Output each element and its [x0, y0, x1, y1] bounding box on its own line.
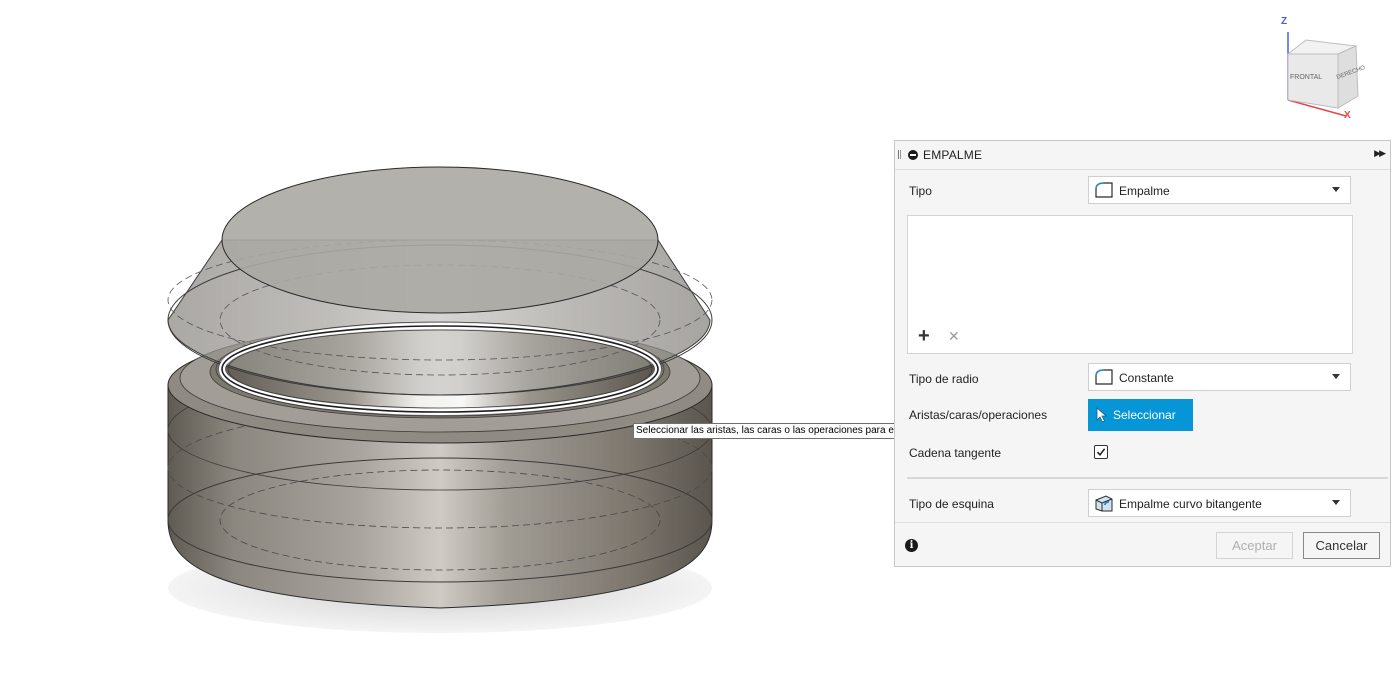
- type-label: Tipo: [909, 184, 932, 198]
- expand-icon[interactable]: ▶▶: [1374, 148, 1386, 159]
- viewcube-front-face[interactable]: FRONTAL: [1290, 74, 1322, 81]
- footer-divider: [895, 522, 1390, 523]
- add-icon[interactable]: +: [918, 326, 930, 346]
- checkmark-icon: [1096, 448, 1106, 457]
- dialog-header[interactable]: EMPALME ▶▶: [895, 141, 1390, 170]
- tangent-chain-label: Cadena tangente: [909, 446, 1002, 460]
- cursor-icon: [1096, 407, 1108, 423]
- type-value: Empalme: [1119, 184, 1170, 198]
- select-edges-label: Seleccionar: [1113, 408, 1176, 422]
- radius-type-value: Constante: [1119, 371, 1174, 385]
- remove-icon[interactable]: ✕: [948, 329, 960, 343]
- chevron-down-icon: [1332, 187, 1340, 192]
- radius-type-label: Tipo de radio: [909, 372, 979, 386]
- axis-z-label: Z: [1281, 16, 1288, 27]
- drag-handle-icon[interactable]: [898, 150, 901, 159]
- axis-x-label: X: [1344, 110, 1351, 121]
- corner-type-label: Tipo de esquina: [909, 497, 994, 511]
- selection-list[interactable]: + ✕: [907, 215, 1353, 354]
- ok-button[interactable]: Aceptar: [1216, 532, 1293, 559]
- select-edges-button[interactable]: Seleccionar: [1088, 399, 1193, 431]
- dialog-title: EMPALME: [923, 148, 983, 162]
- viewcube[interactable]: Z X FRONTAL DERECHO: [1278, 16, 1378, 126]
- cancel-button[interactable]: Cancelar: [1303, 532, 1380, 559]
- chevron-down-icon: [1332, 500, 1340, 505]
- chevron-down-icon: [1332, 374, 1340, 379]
- corner-type-dropdown[interactable]: Empalme curvo bitangente: [1088, 489, 1351, 517]
- cap-top-face: [221, 166, 659, 314]
- fillet-type-icon: [1095, 182, 1113, 198]
- corner-type-icon: [1095, 495, 1113, 512]
- edges-label: Aristas/caras/operaciones: [909, 408, 1048, 422]
- tangent-chain-checkbox[interactable]: [1094, 445, 1108, 459]
- fillet-dialog: EMPALME ▶▶ Tipo Empalme + ✕ Tipo de radi…: [894, 140, 1391, 567]
- corner-type-value: Empalme curvo bitangente: [1119, 497, 1262, 511]
- type-dropdown[interactable]: Empalme: [1088, 176, 1351, 204]
- constant-radius-icon: [1095, 369, 1113, 385]
- section-divider: [907, 477, 1388, 479]
- radius-type-dropdown[interactable]: Constante: [1088, 363, 1351, 391]
- collapse-icon[interactable]: [908, 150, 918, 160]
- info-icon[interactable]: i: [905, 539, 918, 552]
- selection-tooltip: Seleccionar las aristas, las caras o las…: [633, 423, 936, 439]
